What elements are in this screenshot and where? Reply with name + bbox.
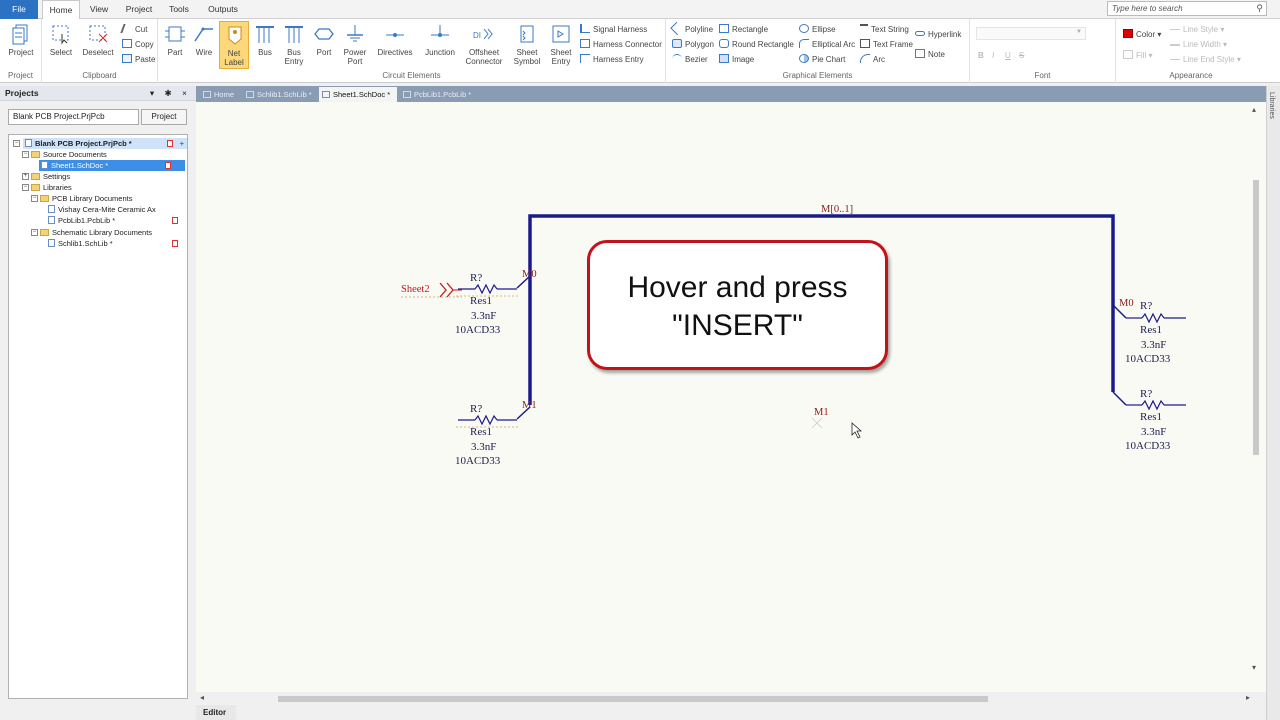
- comment-label: Res1: [1140, 411, 1162, 423]
- horizontal-scrollbar[interactable]: ◂ ▸: [196, 692, 1266, 705]
- part-number-label: 10ACD33: [455, 324, 501, 336]
- value-label: 3.3nF: [1141, 339, 1167, 351]
- scroll-right-icon[interactable]: ▸: [1246, 693, 1250, 702]
- scroll-down-icon[interactable]: ▾: [1252, 663, 1256, 672]
- comment-label: Res1: [1140, 324, 1162, 336]
- scroll-up-icon[interactable]: ▴: [1252, 105, 1256, 114]
- vertical-scrollbar[interactable]: ▴ ▾: [1251, 105, 1262, 690]
- bus-entry: [1112, 391, 1127, 406]
- libraries-side-panel-tab[interactable]: Libraries: [1266, 86, 1280, 720]
- value-label: 3.3nF: [471, 441, 497, 453]
- net-label-m0-right[interactable]: M0: [1119, 298, 1134, 309]
- designator-label: R?: [470, 272, 483, 284]
- resistor-body: [1141, 312, 1165, 324]
- net-label-m1-left[interactable]: M1: [522, 400, 537, 411]
- offsheet-port-symbol: [439, 282, 454, 298]
- part-number-label: 10ACD33: [455, 455, 501, 467]
- value-label: 3.3nF: [1141, 426, 1167, 438]
- part-number-label: 10ACD33: [1125, 440, 1171, 452]
- resistor-body: [474, 414, 498, 426]
- designator-label: R?: [1140, 388, 1153, 400]
- resistor-body: [1141, 399, 1165, 411]
- value-label: 3.3nF: [471, 310, 497, 322]
- callout-line-1: Hover and press: [627, 271, 848, 304]
- instruction-callout: Hover and press "INSERT": [587, 240, 888, 370]
- comment-label: Res1: [470, 295, 492, 307]
- scroll-left-icon[interactable]: ◂: [200, 693, 204, 702]
- vertical-scroll-thumb[interactable]: [1253, 180, 1259, 455]
- resistor-body: [474, 283, 498, 295]
- libraries-tab-label: Libraries: [1268, 92, 1275, 119]
- horizontal-scroll-thumb[interactable]: [278, 696, 988, 702]
- part-number-label: 10ACD33: [1125, 353, 1171, 365]
- net-label-m0-left[interactable]: M0: [522, 269, 537, 280]
- floating-net-label[interactable]: M1: [814, 407, 829, 418]
- bus-net-label[interactable]: M[0..1]: [821, 204, 853, 215]
- callout-line-2: "INSERT": [672, 309, 803, 342]
- designator-label: R?: [1140, 300, 1153, 312]
- comment-label: Res1: [470, 426, 492, 438]
- designator-label: R?: [470, 403, 483, 415]
- offsheet-port-label[interactable]: Sheet2: [401, 284, 430, 295]
- mouse-pointer-icon: [851, 422, 863, 439]
